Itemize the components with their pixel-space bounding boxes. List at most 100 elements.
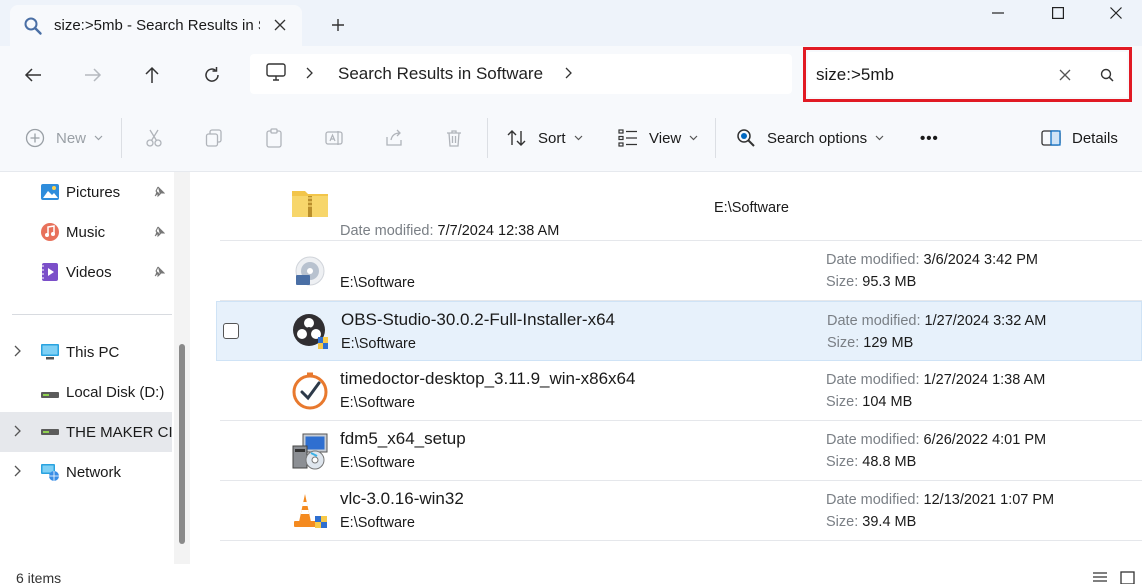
search-options-label: Search options	[767, 129, 868, 147]
file-date-modified: Date modified: 1/27/2024 1:38 AM	[826, 372, 1045, 388]
file-location: E:\Software	[340, 455, 415, 471]
cut-icon[interactable]	[142, 126, 166, 150]
timedoctor-icon	[290, 371, 330, 411]
details-button[interactable]: Details	[1040, 124, 1118, 152]
more-label: •••	[920, 129, 939, 147]
installer-icon	[290, 251, 330, 291]
obs-icon	[291, 312, 331, 352]
sidebar-item-pictures[interactable]: Pictures	[0, 172, 172, 212]
command-bar: New Sort View Search options ••• Details	[0, 104, 1142, 172]
chevron-right-icon[interactable]	[306, 66, 318, 82]
sidebar-item-network[interactable]: Network	[0, 452, 172, 492]
list-item[interactable]: timedoctor-desktop_3.11.9_win-x86x64 E:\…	[220, 361, 1142, 421]
navigation-pane: Pictures Music Videos This PC Local Disk…	[0, 172, 190, 564]
view-button[interactable]: View	[617, 124, 698, 152]
file-name: fdm5_x64_setup	[340, 429, 466, 448]
sidebar-item-label: THE MAKER CITY	[66, 423, 172, 441]
file-date-modified: Date modified: 12/13/2021 1:07 PM	[826, 492, 1054, 508]
chevron-right-icon[interactable]	[14, 465, 28, 480]
chevron-right-icon[interactable]	[14, 425, 28, 440]
file-date-modified: Date modified: 1/27/2024 3:32 AM	[827, 313, 1046, 329]
sidebar-scroll-thumb[interactable]	[179, 344, 185, 544]
size-value: 104 MB	[862, 394, 913, 410]
sidebar-item-the-maker-city[interactable]: THE MAKER CITY	[0, 412, 172, 452]
search-options-icon	[735, 127, 757, 149]
date-modified-value: 6/26/2022 4:01 PM	[923, 432, 1047, 448]
file-date-modified: Date modified: 7/7/2024 12:38 AM	[340, 223, 559, 239]
search-icon[interactable]	[1097, 65, 1117, 85]
search-input[interactable]: size:>5mb	[816, 65, 1053, 85]
toolbar-divider	[487, 118, 488, 158]
paste-icon[interactable]	[262, 126, 286, 150]
sidebar-divider	[12, 314, 172, 315]
tiles-view-icon[interactable]	[1120, 570, 1136, 584]
chevron-right-icon[interactable]	[14, 345, 28, 360]
sidebar-item-label: Local Disk (D:)	[66, 383, 165, 401]
search-box[interactable]: size:>5mb	[808, 52, 1127, 97]
size-value: 129 MB	[863, 335, 914, 351]
file-date-modified: Date modified: 6/26/2022 4:01 PM	[826, 432, 1046, 448]
file-location: E:\Software	[340, 515, 415, 531]
pin-icon[interactable]	[152, 265, 166, 279]
size-value: 48.8 MB	[862, 454, 917, 470]
pin-icon[interactable]	[152, 185, 166, 199]
date-modified-key: Date modified:	[827, 313, 921, 329]
pin-icon[interactable]	[152, 225, 166, 239]
date-modified-value: 1/27/2024 3:32 AM	[924, 313, 1047, 329]
list-item[interactable]: E:\Software Date modified: 3/6/2024 3:42…	[220, 241, 1142, 301]
sidebar-item-local-disk-d[interactable]: Local Disk (D:)	[0, 372, 172, 412]
list-item-selected[interactable]: OBS-Studio-30.0.2-Full-Installer-x64 E:\…	[216, 301, 1142, 361]
copy-icon[interactable]	[202, 126, 226, 150]
breadcrumb-search-results[interactable]: Search Results in Software	[338, 64, 543, 84]
maximize-button[interactable]	[1030, 0, 1086, 26]
list-item[interactable]: vlc-3.0.16-win32 E:\Software Date modifi…	[220, 481, 1142, 541]
chevron-down-icon	[94, 133, 103, 144]
close-window-button[interactable]	[1088, 0, 1142, 26]
search-icon	[22, 15, 44, 37]
clear-search-icon[interactable]	[1053, 63, 1077, 87]
delete-icon[interactable]	[442, 126, 466, 150]
minimize-button[interactable]	[970, 0, 1026, 26]
sidebar-item-this-pc[interactable]: This PC	[0, 332, 172, 372]
up-button[interactable]	[137, 60, 167, 90]
refresh-button[interactable]	[197, 60, 227, 90]
address-bar[interactable]: Search Results in Software	[250, 54, 792, 94]
plus-circle-icon	[24, 127, 46, 149]
chevron-down-icon	[689, 133, 698, 144]
more-options-button[interactable]: •••	[920, 124, 939, 152]
list-item[interactable]: E:\Software Date modified: 7/7/2024 12:3…	[220, 180, 1142, 241]
chevron-right-icon[interactable]	[565, 66, 577, 82]
rename-icon[interactable]	[322, 126, 346, 150]
this-pc-icon	[40, 342, 60, 362]
new-button[interactable]: New	[24, 124, 103, 152]
file-name: OBS-Studio-30.0.2-Full-Installer-x64	[341, 310, 616, 329]
videos-icon	[40, 262, 60, 282]
sidebar-item-label: Network	[66, 463, 122, 481]
zip-folder-icon	[290, 182, 330, 222]
forward-button[interactable]	[78, 60, 108, 90]
size-key: Size:	[826, 394, 859, 410]
date-modified-value: 7/7/2024 12:38 AM	[437, 223, 560, 239]
file-location: E:\Software	[714, 200, 789, 216]
sort-button[interactable]: Sort	[506, 124, 583, 152]
share-icon[interactable]	[382, 126, 406, 150]
date-modified-key: Date modified:	[826, 372, 920, 388]
toolbar-divider	[121, 118, 122, 158]
status-bar: 6 items	[0, 564, 1142, 584]
date-modified-value: 1/27/2024 1:38 AM	[923, 372, 1046, 388]
close-tab-icon[interactable]	[268, 13, 292, 37]
row-checkbox[interactable]	[223, 323, 239, 339]
sidebar-item-music[interactable]: Music	[0, 212, 172, 252]
file-location: E:\Software	[340, 275, 415, 291]
tab-search-results[interactable]: size:>5mb - Search Results in Software	[10, 5, 302, 46]
size-value: 95.3 MB	[862, 274, 917, 290]
file-name: vlc-3.0.16-win32	[340, 489, 464, 508]
file-size: Size: 39.4 MB	[826, 514, 916, 530]
details-view-icon[interactable]	[1092, 570, 1108, 584]
setup-icon	[290, 431, 330, 471]
back-button[interactable]	[18, 60, 48, 90]
new-tab-button[interactable]	[326, 13, 350, 37]
search-options-button[interactable]: Search options	[735, 124, 884, 152]
list-item[interactable]: fdm5_x64_setup E:\Software Date modified…	[220, 421, 1142, 481]
sidebar-item-videos[interactable]: Videos	[0, 252, 172, 292]
